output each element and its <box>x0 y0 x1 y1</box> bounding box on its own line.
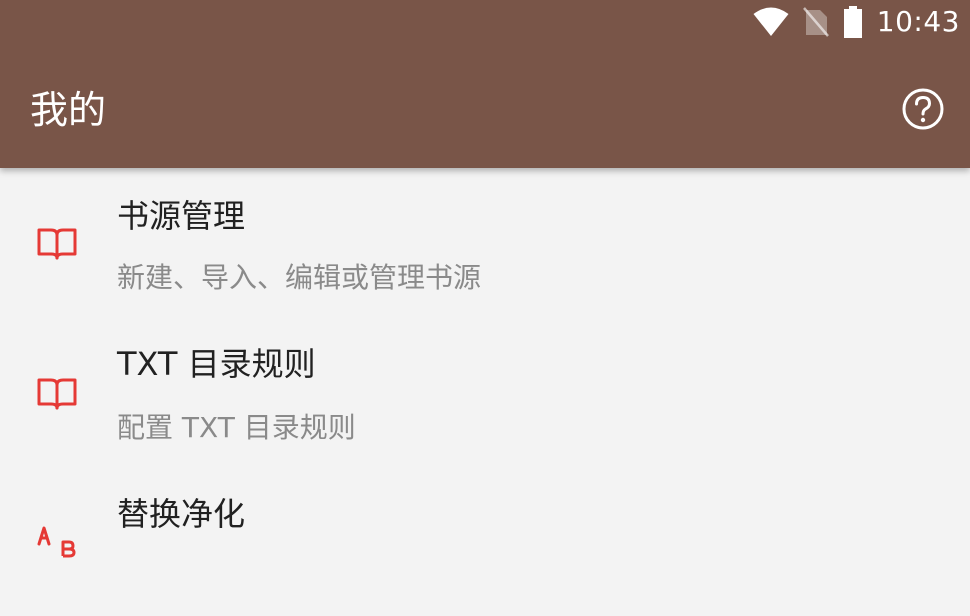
preference-list: 书源管理 新建、导入、编辑或管理书源 TXT 目录规则 配置 TXT 目录规则 … <box>0 168 970 558</box>
no-sim-icon <box>802 7 829 37</box>
status-time: 10:43 <box>876 5 960 38</box>
page-title: 我的 <box>30 88 107 132</box>
preference-title: TXT 目录规则 <box>117 345 316 383</box>
help-circle-icon <box>902 88 944 130</box>
status-bar: 10:43 <box>0 0 970 46</box>
preference-title: 替换净化 <box>117 495 246 533</box>
find-replace-icon <box>37 526 76 558</box>
battery-icon <box>843 6 862 38</box>
wifi-icon <box>753 7 789 36</box>
toolbar: 我的 <box>0 72 970 148</box>
help-button[interactable] <box>900 86 946 132</box>
book-open-icon <box>37 378 77 410</box>
book-open-icon <box>37 228 77 260</box>
app-header: 10:43 我的 <box>0 0 970 168</box>
preference-replace-rule[interactable]: 替换净化 <box>0 468 970 616</box>
preference-summary: 配置 TXT 目录规则 <box>117 411 356 444</box>
preference-title: 书源管理 <box>117 197 246 235</box>
preference-txt-toc-rule[interactable]: TXT 目录规则 配置 TXT 目录规则 <box>0 318 970 466</box>
status-icons: 10:43 <box>753 4 960 40</box>
preference-summary: 新建、导入、编辑或管理书源 <box>117 261 482 294</box>
preference-book-source[interactable]: 书源管理 新建、导入、编辑或管理书源 <box>0 168 970 316</box>
